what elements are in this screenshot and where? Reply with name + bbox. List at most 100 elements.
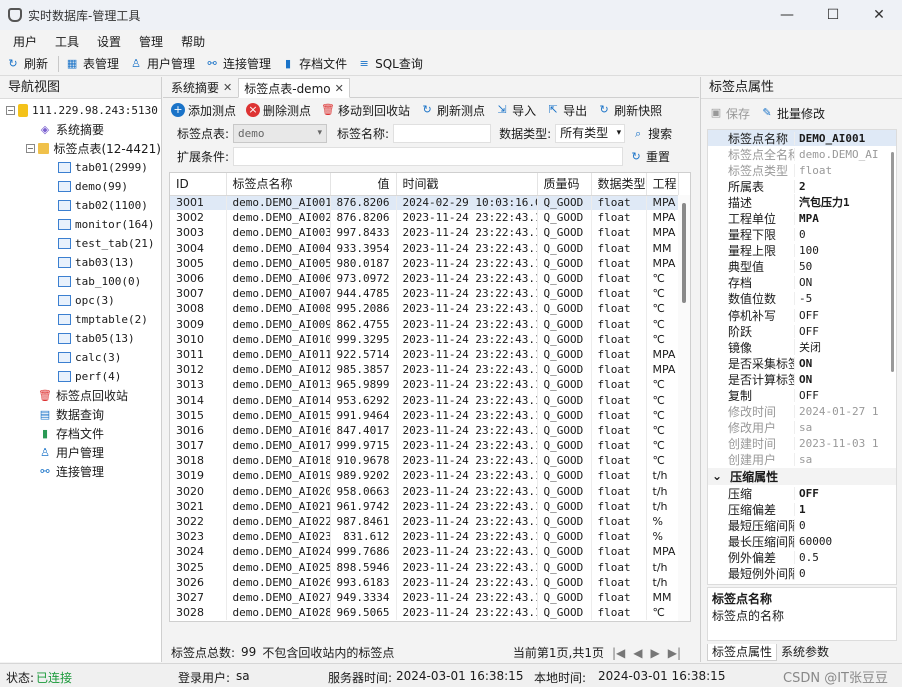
type-select[interactable]: 所有类型 ▾	[555, 124, 626, 143]
first-page-icon[interactable]: |◀	[612, 646, 625, 660]
property-row[interactable]: 创建时间 2023-11-03 11:4	[708, 436, 896, 452]
property-row[interactable]: 例外偏差 0.5	[708, 549, 896, 565]
property-row[interactable]: 阶跃 OFF	[708, 323, 896, 339]
property-row[interactable]: 压缩 OFF	[708, 485, 896, 501]
property-value[interactable]: ON	[794, 276, 878, 290]
table-row[interactable]: 3010 demo.DEMO_AI010 999.3295 2023-11-24 23…	[170, 331, 679, 347]
collapse-icon[interactable]: −	[6, 106, 15, 115]
property-row[interactable]: 描述 汽包压力1	[708, 194, 896, 211]
tab-system-summary[interactable]: 系统摘要 ✕	[165, 77, 238, 97]
tree-table-item[interactable]: tab_100(0)	[0, 272, 161, 291]
table-row[interactable]: 3022 demo.DEMO_AI022 987.8461 2023-11-24 23…	[170, 513, 679, 530]
property-row[interactable]: 典型值 50	[708, 259, 896, 275]
property-value[interactable]: 60000	[794, 534, 878, 548]
refresh-button[interactable]: ↻ 刷新	[6, 55, 48, 72]
tab-tag-table-demo[interactable]: 标签点表-demo ✕	[238, 78, 350, 98]
property-value[interactable]: sa	[794, 421, 878, 435]
property-value[interactable]: 2024-01-27 15:3	[794, 405, 878, 419]
tree-table-item[interactable]: perf(4)	[0, 367, 161, 386]
refresh-points-button[interactable]: ↻ 刷新测点	[420, 102, 485, 119]
tree-table-item[interactable]: tab02(1100)	[0, 196, 161, 215]
close-icon[interactable]: ✕	[335, 82, 344, 95]
property-scrollbar[interactable]	[888, 130, 896, 584]
tab-system-params[interactable]: 系统参数	[777, 644, 833, 661]
table-row[interactable]: 3028 demo.DEMO_AI028 969.5065 2023-11-24 23…	[170, 605, 679, 621]
table-row[interactable]: 3016 demo.DEMO_AI016 847.4017 2023-11-24 23…	[170, 422, 679, 438]
table-row[interactable]: 3018 demo.DEMO_AI018 910.9678 2023-11-24 23…	[170, 453, 679, 469]
move-to-recycle-button[interactable]: 🗑 移动到回收站	[321, 102, 410, 119]
property-value[interactable]: ON	[794, 356, 878, 370]
table-row[interactable]: 3015 demo.DEMO_AI015 991.9464 2023-11-24 23…	[170, 407, 679, 423]
property-value[interactable]: 2	[794, 179, 878, 193]
table-row[interactable]: 3006 demo.DEMO_AI006 973.0972 2023-11-24 23…	[170, 270, 679, 287]
table-row[interactable]: 3008 demo.DEMO_AI008 995.2086 2023-11-24 23…	[170, 301, 679, 317]
property-row[interactable]: 最短压缩间隔 0	[708, 517, 896, 533]
tree-server[interactable]: − 111.229.98.243:5130	[0, 101, 161, 120]
add-point-button[interactable]: + 添加测点	[171, 102, 236, 119]
tree-table-item[interactable]: tab01(2999)	[0, 158, 161, 177]
property-value[interactable]: 2023-11-03 11:4	[794, 437, 878, 451]
property-row[interactable]: 工程单位 MPA	[708, 210, 896, 226]
property-value[interactable]: DEMO_AI001	[794, 131, 878, 145]
tree-system-summary[interactable]: ◈ 系统摘要	[0, 120, 161, 139]
tree-table-item[interactable]: monitor(164)	[0, 215, 161, 234]
tree-table-item[interactable]: tab03(13)	[0, 253, 161, 272]
extended-condition-input[interactable]	[233, 147, 624, 166]
property-value[interactable]: 0	[794, 566, 878, 580]
property-value[interactable]: ON	[794, 372, 878, 386]
tree-archive-file[interactable]: ▮ 存档文件	[0, 424, 161, 443]
collapse-icon[interactable]: −	[26, 144, 35, 153]
property-value[interactable]: sa	[794, 453, 878, 467]
import-button[interactable]: ⇲ 导入	[495, 102, 536, 119]
maximize-button[interactable]: ☐	[810, 0, 856, 30]
table-row[interactable]: 3026 demo.DEMO_AI026 993.6183 2023-11-24 23…	[170, 574, 679, 590]
menu-tools[interactable]: 工具	[46, 33, 88, 50]
property-row[interactable]: 修改时间 2024-01-27 15:3	[708, 404, 896, 420]
table-row[interactable]: 3025 demo.DEMO_AI025 898.5946 2023-11-24 23…	[170, 559, 679, 575]
property-row[interactable]: 最短例外间隔 0	[708, 565, 896, 581]
table-manage-button[interactable]: ▦ 表管理	[65, 55, 119, 72]
table-row[interactable]: 3001 demo.DEMO_AI001 876.8206 2024-02-29 10…	[170, 195, 679, 211]
delete-point-button[interactable]: × 删除测点	[246, 102, 311, 119]
property-category-compress[interactable]: ⌄ 压缩属性	[708, 467, 896, 485]
property-value[interactable]: -5	[794, 292, 878, 306]
property-value[interactable]: float	[794, 163, 878, 177]
export-button[interactable]: ⇱ 导出	[546, 102, 587, 119]
table-row[interactable]: 3003 demo.DEMO_AI003 997.8433 2023-11-24 23…	[170, 225, 679, 241]
close-icon[interactable]: ✕	[223, 81, 232, 94]
property-row[interactable]: 标签点名称 DEMO_AI001	[708, 130, 896, 147]
property-value[interactable]: 汽包压力1	[794, 194, 878, 211]
tree-table-item[interactable]: calc(3)	[0, 348, 161, 367]
table-row[interactable]: 3019 demo.DEMO_AI019 989.9202 2023-11-24 23…	[170, 468, 679, 484]
table-row[interactable]: 3024 demo.DEMO_AI024 999.7686 2023-11-24 23…	[170, 544, 679, 560]
property-row[interactable]: 标签点全名称demo.DEMO_AI001	[708, 146, 896, 162]
menu-settings[interactable]: 设置	[88, 33, 130, 50]
last-page-icon[interactable]: ▶|	[668, 646, 681, 660]
tree-table-item[interactable]: tmptable(2)	[0, 310, 161, 329]
column-header-unit[interactable]: 工程	[646, 173, 679, 196]
property-value[interactable]: 0.5	[794, 550, 878, 564]
scrollbar-thumb[interactable]	[891, 152, 894, 372]
property-value[interactable]: demo.DEMO_AI001	[794, 147, 878, 161]
minimize-button[interactable]: —	[764, 0, 810, 30]
name-filter-input[interactable]	[393, 124, 492, 143]
column-header-value[interactable]: 值	[330, 173, 397, 196]
save-button[interactable]: ▣ 保存	[709, 105, 750, 122]
table-row[interactable]: 3027 demo.DEMO_AI027 949.3334 2023-11-24 23…	[170, 589, 679, 606]
property-value[interactable]: OFF	[794, 324, 878, 338]
vertical-scrollbar[interactable]	[678, 195, 690, 621]
batch-edit-button[interactable]: ✎ 批量修改	[760, 105, 825, 122]
scrollbar-thumb[interactable]	[682, 203, 686, 303]
next-page-icon[interactable]: ▶	[650, 646, 659, 660]
property-value[interactable]: 0	[794, 518, 878, 532]
menu-manage[interactable]: 管理	[130, 33, 172, 50]
property-row[interactable]: 存档 ON	[708, 275, 896, 291]
table-row[interactable]: 3009 demo.DEMO_AI009 862.4755 2023-11-24 23…	[170, 316, 679, 332]
property-value[interactable]: 100	[794, 244, 878, 258]
table-row[interactable]: 3020 demo.DEMO_AI020 958.0663 2023-11-24 23…	[170, 483, 679, 499]
property-value[interactable]: OFF	[794, 486, 878, 500]
property-row[interactable]: 复制 OFF	[708, 388, 896, 404]
menu-user[interactable]: 用户	[4, 33, 46, 50]
refresh-snapshot-button[interactable]: ↻ 刷新快照	[597, 102, 662, 119]
property-row[interactable]: 数值位数 -5	[708, 291, 896, 307]
